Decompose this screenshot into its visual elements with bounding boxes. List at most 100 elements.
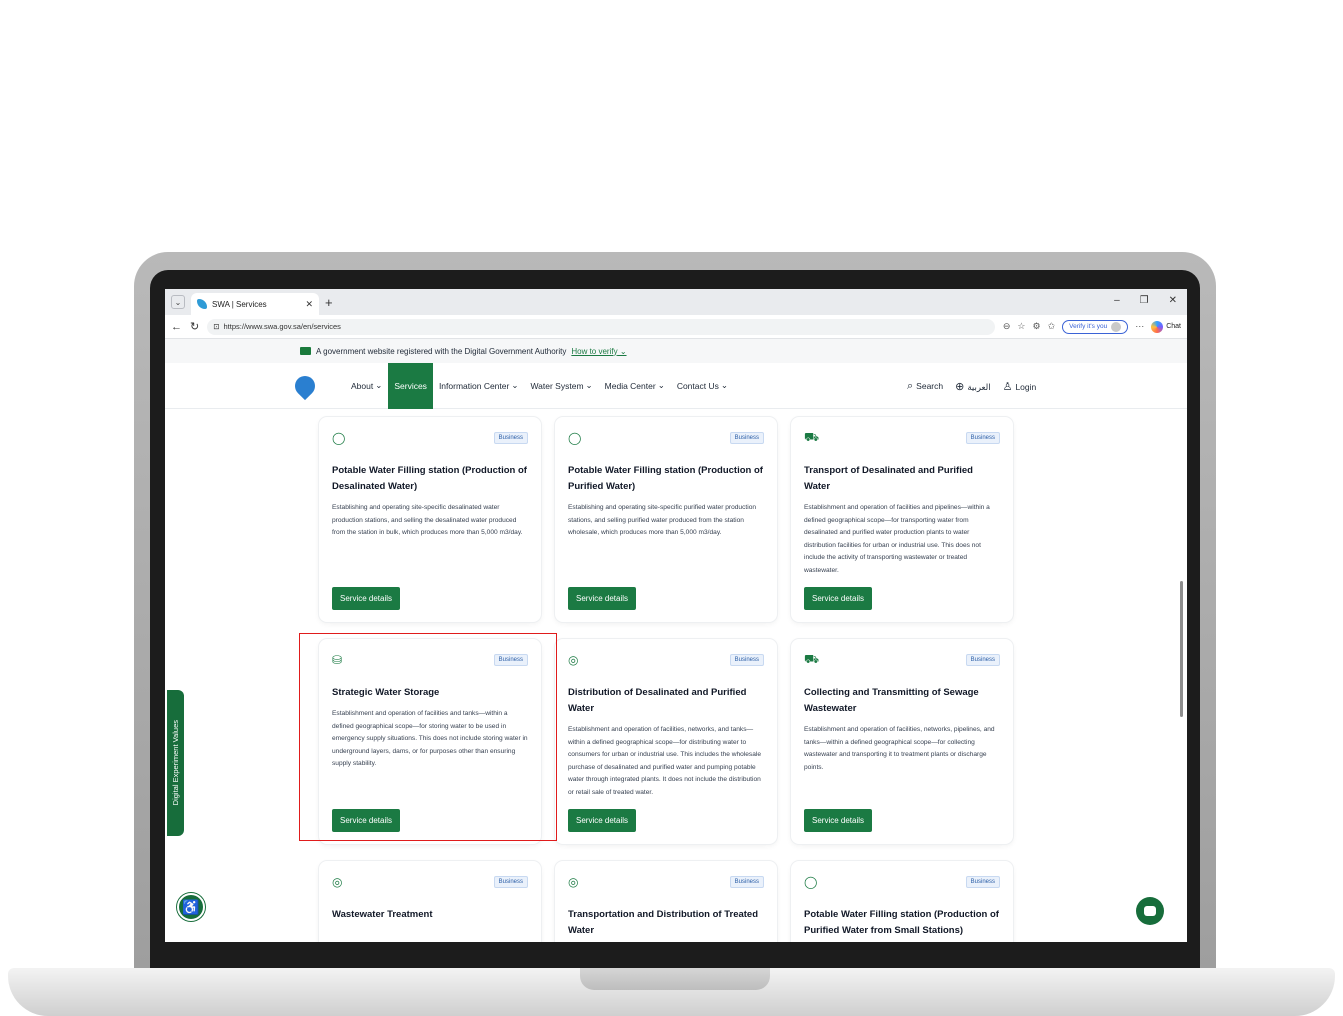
language-label: العربية: [967, 381, 991, 392]
category-badge: Business: [965, 876, 1000, 888]
search-button[interactable]: ⌕ Search: [907, 380, 943, 393]
url-field[interactable]: ⊡ https://www.swa.gov.sa/en/services: [207, 318, 995, 335]
tab-list-button[interactable]: ⌄: [171, 295, 185, 309]
chat-bubble-icon: [1144, 906, 1156, 916]
favorites-icon[interactable]: ✩: [1048, 321, 1056, 332]
service-description: Establishment and operation of facilitie…: [804, 504, 990, 574]
address-bar: ← ↻ ⊡ https://www.swa.gov.sa/en/services…: [165, 315, 1187, 339]
water-drop-icon: ◯: [568, 431, 582, 445]
minimize-button[interactable]: –: [1114, 295, 1120, 306]
menu-about[interactable]: About ⌄: [345, 363, 388, 409]
side-tab-label: Digital Experiment Values: [171, 720, 180, 806]
laptop-notch: [580, 968, 770, 990]
highlight-box: [299, 633, 557, 841]
browser-tab[interactable]: SWA | Services ✕: [191, 293, 319, 315]
water-cycle-icon: ◎: [568, 875, 579, 889]
favorite-star-icon[interactable]: ☆: [1017, 321, 1025, 332]
tab-bar: ⌄ SWA | Services ✕ + – ❐ ✕: [165, 289, 1187, 315]
chat-fab-button[interactable]: [1136, 897, 1164, 925]
how-to-verify-label: How to verify: [571, 346, 618, 356]
search-icon: ⌕: [907, 379, 914, 392]
service-details-button[interactable]: Service details: [804, 587, 873, 610]
chevron-down-icon: ⌄: [375, 380, 383, 390]
menu-information-center[interactable]: Information Center ⌄: [433, 363, 525, 409]
service-title: Potable Water Filling station (Productio…: [804, 909, 999, 936]
verify-label: Verify it's you: [1069, 323, 1108, 330]
laptop-mockup: ⌄ SWA | Services ✕ + – ❐ ✕ ← ↻ ⊡ https:/…: [0, 0, 1343, 1016]
service-card: ⛟ Business Transport of Desalinated and P…: [791, 417, 1013, 622]
service-card: ⛟ Business Collecting and Transmitting of…: [791, 639, 1013, 844]
category-badge: Business: [729, 654, 764, 666]
category-badge: Business: [493, 876, 528, 888]
how-to-verify-link[interactable]: How to verify ⌄: [571, 347, 626, 356]
service-details-button[interactable]: Service details: [332, 587, 401, 610]
service-description: Establishing and operating site-specific…: [332, 504, 523, 536]
zoom-icon[interactable]: ⊖: [1003, 321, 1011, 332]
scrollbar[interactable]: [1179, 409, 1185, 942]
services-grid: ◯ Business Potable Water Filling station …: [165, 409, 1187, 942]
service-description: Establishment and operation of facilitie…: [568, 726, 762, 796]
service-title: Potable Water Filling station (Productio…: [332, 465, 527, 492]
gov-banner-text: A government website registered with the…: [316, 346, 567, 356]
menu-label: Services: [394, 380, 427, 391]
extensions-icon[interactable]: ⚙: [1032, 321, 1040, 332]
avatar: [1111, 321, 1122, 332]
service-card: ◎ Business Distribution of Desalinated an…: [555, 639, 777, 844]
accessibility-icon[interactable]: ♿: [177, 893, 205, 921]
service-card: ◯ Business Potable Water Filling station …: [791, 861, 1013, 942]
chat-button[interactable]: Chat: [1151, 320, 1181, 333]
scrollbar-thumb[interactable]: [1180, 581, 1183, 717]
tab-close-icon[interactable]: ✕: [305, 299, 313, 310]
service-card: ◎ Business Wastewater Treatment: [319, 861, 541, 942]
close-window-button[interactable]: ✕: [1169, 295, 1177, 306]
service-title: Wastewater Treatment: [332, 909, 433, 920]
service-details-button[interactable]: Service details: [568, 809, 637, 832]
chevron-down-icon: ⌄: [720, 380, 728, 390]
url-text: https://www.swa.gov.sa/en/services: [223, 322, 341, 331]
menu-label: Information Center: [438, 380, 510, 391]
menu-label: Media Center: [604, 380, 656, 391]
chat-label: Chat: [1166, 323, 1181, 330]
menu-media-center[interactable]: Media Center ⌄: [599, 363, 671, 409]
category-badge: Business: [965, 654, 1000, 666]
menu-label: Water System: [530, 380, 584, 391]
truck-icon: ⛟: [804, 430, 820, 444]
water-drop-icon: ◯: [804, 875, 818, 889]
search-label: Search: [916, 380, 944, 391]
chevron-down-icon: ⌄: [585, 380, 593, 390]
water-cycle-icon: ◎: [332, 875, 343, 889]
service-title: Distribution of Desalinated and Purified…: [568, 687, 747, 714]
more-icon[interactable]: ⋯: [1135, 321, 1144, 332]
reload-icon[interactable]: ↻: [190, 320, 199, 333]
new-tab-button[interactable]: +: [325, 295, 333, 310]
login-button[interactable]: ♙ Login: [1003, 380, 1037, 393]
menu-contact-us[interactable]: Contact Us ⌄: [671, 363, 734, 409]
service-card: ◯ Business Potable Water Filling station …: [555, 417, 777, 622]
service-description: Establishing and operating site-specific…: [568, 504, 757, 536]
gov-banner: A government website registered with the…: [165, 339, 1187, 363]
swa-logo[interactable]: [283, 366, 327, 406]
site-info-icon[interactable]: ⊡: [213, 322, 219, 331]
service-details-button[interactable]: Service details: [804, 809, 873, 832]
chevron-down-icon: ⌄: [657, 380, 665, 390]
service-description: Establishment and operation of facilitie…: [804, 726, 995, 771]
service-title: Transport of Desalinated and Purified Wa…: [804, 465, 973, 492]
service-card: ◎ Business Transportation and Distributio…: [555, 861, 777, 942]
menu-water-system[interactable]: Water System ⌄: [524, 363, 598, 409]
profile-verify-button[interactable]: Verify it's you: [1062, 319, 1129, 334]
favicon-icon: [197, 299, 207, 309]
user-icon: ♙: [1002, 380, 1013, 393]
digital-experiment-tab[interactable]: Digital Experiment Values: [167, 690, 184, 836]
menu-services[interactable]: Services: [388, 362, 433, 409]
service-details-button[interactable]: Service details: [568, 587, 637, 610]
language-button[interactable]: ⊕ العربية: [955, 380, 990, 393]
truck-icon: ⛟: [804, 652, 820, 666]
site-header: About ⌄ Services Information Center ⌄ Wate…: [165, 362, 1187, 409]
toolbar-icons: ⊖ ☆ ⚙ ✩ Verify it's you ⋯ Chat: [1003, 319, 1181, 334]
back-icon[interactable]: ←: [171, 321, 182, 333]
water-cycle-icon: ◎: [568, 653, 579, 667]
chevron-down-icon: ⌄: [511, 380, 519, 390]
logo-drop-icon: [290, 371, 320, 400]
maximize-button[interactable]: ❐: [1140, 295, 1149, 306]
browser-window: ⌄ SWA | Services ✕ + – ❐ ✕ ← ↻ ⊡ https:/…: [165, 289, 1187, 942]
